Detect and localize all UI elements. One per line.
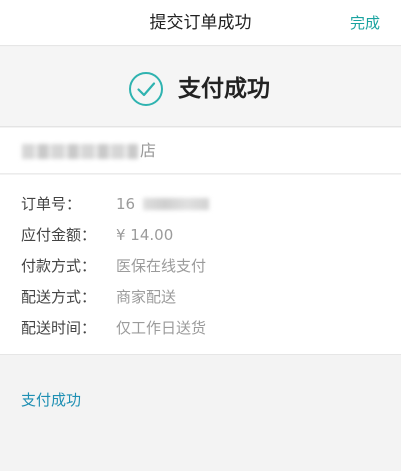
- delivery-time-label: 配送时间：: [21, 319, 97, 337]
- order-number-value: 16: [116, 195, 136, 213]
- order-number-row: 订单号： 16: [0, 191, 401, 217]
- payment-success-link[interactable]: 支付成功: [21, 388, 81, 412]
- delivery-time-row: 配送时间： 仅工作日送货: [0, 315, 401, 341]
- payment-method-row: 付款方式： 医保在线支付: [0, 253, 401, 279]
- page-title: 提交订单成功: [149, 13, 252, 33]
- delivery-method-value: 商家配送: [116, 288, 177, 306]
- amount-label: 应付金额：: [21, 226, 97, 244]
- done-button[interactable]: 完成: [350, 0, 380, 46]
- success-banner: 支付成功: [0, 47, 401, 127]
- store-name-suffix: 店: [140, 141, 157, 160]
- store-name-redacted: [22, 144, 138, 159]
- delivery-method-label: 配送方式：: [21, 288, 97, 306]
- check-circle-icon: [129, 72, 163, 106]
- delivery-time-value: 仅工作日送货: [116, 319, 207, 337]
- amount-value: ¥ 14.00: [116, 226, 174, 244]
- order-details: 订单号： 16 应付金额： ¥ 14.00 付款方式： 医保在线支付 配送方式：…: [0, 175, 401, 355]
- store-row: 店: [0, 128, 401, 174]
- order-number-label: 订单号：: [21, 195, 82, 213]
- order-number-redacted: [143, 198, 209, 210]
- payment-method-value: 医保在线支付: [116, 257, 207, 275]
- amount-row: 应付金额： ¥ 14.00: [0, 222, 401, 248]
- success-title: 支付成功: [178, 76, 270, 102]
- payment-method-label: 付款方式：: [21, 257, 97, 275]
- delivery-method-row: 配送方式： 商家配送: [0, 284, 401, 310]
- top-bar: 提交订单成功 完成: [0, 0, 401, 46]
